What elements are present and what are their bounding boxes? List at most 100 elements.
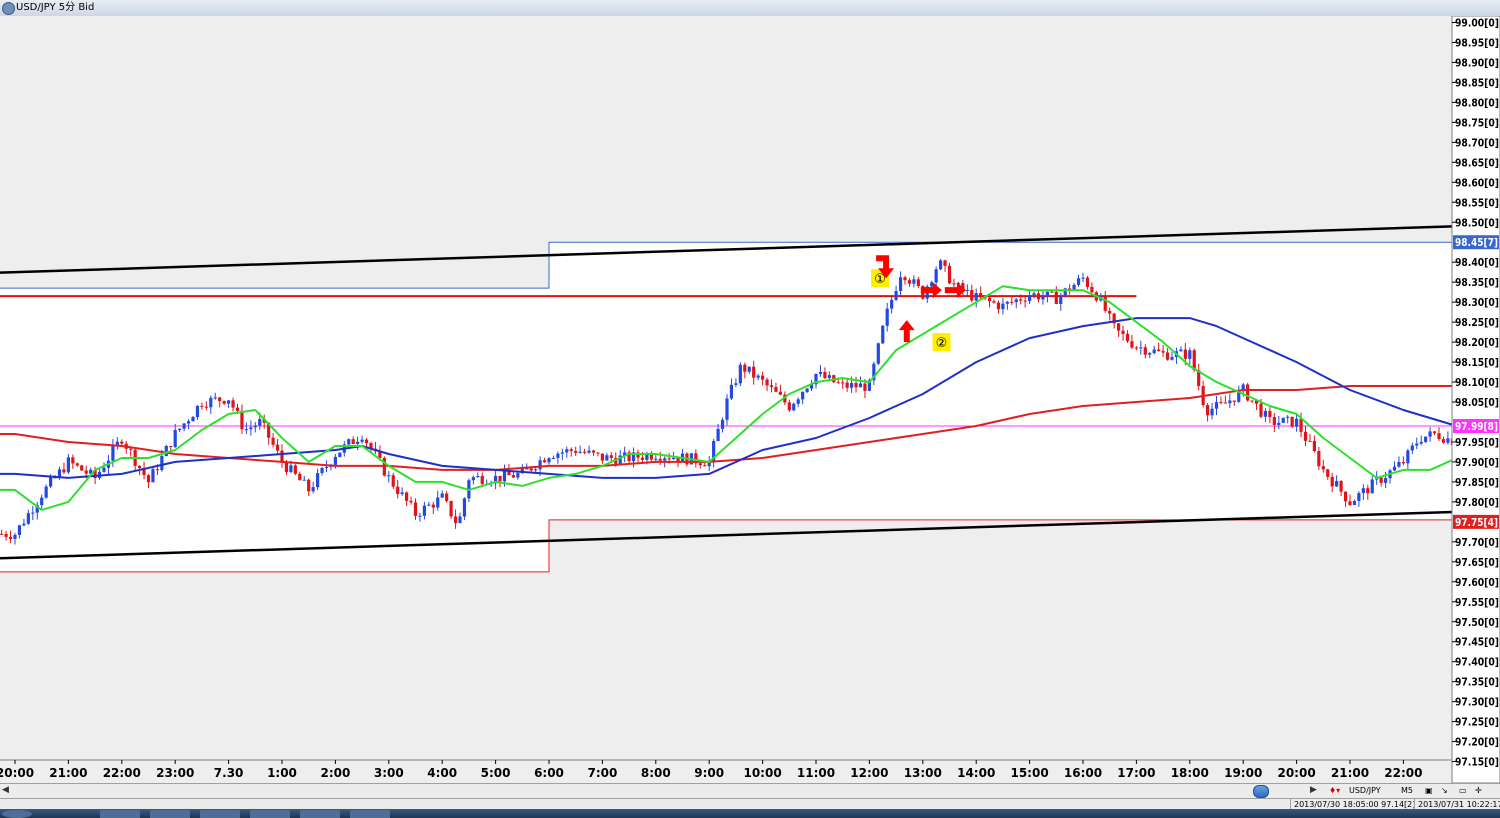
candle-down — [987, 297, 992, 302]
candle-up — [191, 417, 195, 422]
candle-up — [801, 391, 805, 400]
line-tool-icon[interactable]: ↘ — [1441, 784, 1448, 798]
crosshair-icon[interactable]: ✛ — [1475, 784, 1482, 798]
candle-down — [574, 451, 578, 453]
taskbar-app-4[interactable] — [250, 810, 290, 818]
candle-down — [1330, 476, 1334, 487]
print-icon[interactable]: ▣ — [1425, 784, 1433, 798]
candlestick-chart[interactable]: ①② 99.00[0]98.95[0]98.90[0]98.85[0]98.80… — [0, 16, 1500, 783]
candle-down — [4, 533, 8, 537]
candle-up — [1001, 303, 1005, 310]
price-tick-label: 98.70[0] — [1455, 136, 1499, 149]
candle-up — [805, 388, 809, 392]
candle-down — [222, 401, 226, 404]
candle-up — [720, 419, 725, 429]
candle-up — [22, 523, 26, 526]
candle-down — [1432, 431, 1437, 434]
window-tile-icon[interactable]: ▭ — [1459, 784, 1467, 798]
candle-down — [1343, 491, 1348, 502]
candle-up — [289, 465, 293, 472]
candle-up — [1352, 501, 1357, 505]
price-tick-label: 98.75[0] — [1455, 116, 1499, 129]
candle-up — [13, 534, 17, 539]
candle-up — [213, 397, 217, 399]
candle-down — [120, 441, 124, 444]
candle-down — [752, 366, 756, 378]
taskbar-app-3[interactable] — [200, 810, 240, 818]
candle-up — [173, 430, 177, 447]
candle-up — [881, 325, 885, 344]
candle-up — [1397, 462, 1401, 467]
taskbar-app-5[interactable] — [300, 810, 340, 818]
candle-down — [1312, 440, 1316, 452]
candle-down — [1366, 488, 1370, 494]
chart-window-icon — [2, 2, 15, 15]
candle-up — [1410, 445, 1414, 451]
price-tick-label: 98.65[0] — [1455, 156, 1499, 169]
candle-down — [1183, 349, 1187, 359]
candle-up — [1263, 410, 1268, 417]
candle-up — [324, 466, 329, 468]
candle-down — [1161, 351, 1165, 353]
price-tick-label: 97.55[0] — [1455, 596, 1499, 609]
candle-up — [858, 383, 863, 388]
candle-down — [1054, 291, 1058, 304]
time-tick-label: 21:00 — [1331, 766, 1369, 780]
taskbar-app-6[interactable] — [350, 810, 390, 818]
window-titlebar: USD/JPY 5分 Bid — [0, 0, 1500, 17]
candle-down — [1250, 400, 1254, 402]
candle-up — [1028, 295, 1032, 301]
candle-down — [218, 397, 222, 402]
candle-down — [916, 279, 920, 287]
symbol-selector[interactable]: USD/JPY — [1349, 784, 1381, 798]
candle-up — [440, 493, 444, 498]
candle-up — [436, 497, 440, 508]
chart-scrollbar[interactable]: ◀ ▶ — [0, 783, 1325, 798]
candle-up — [792, 403, 796, 411]
time-tick-label: 2:00 — [320, 766, 350, 780]
candle-up — [1446, 438, 1450, 443]
candle-down — [769, 385, 774, 388]
candle-up — [605, 455, 609, 461]
taskbar-app-2[interactable] — [150, 810, 190, 818]
candle-up — [244, 429, 248, 431]
candle-up — [565, 449, 569, 453]
candle-up — [316, 473, 320, 488]
candle-down — [1130, 341, 1134, 348]
candle-down — [1246, 384, 1250, 401]
cursor-tool-icon[interactable]: ♦▾ — [1329, 784, 1340, 798]
candle-up — [716, 428, 720, 442]
candle-up — [890, 299, 894, 309]
time-tick-label: 20:00 — [1277, 766, 1315, 780]
candle-down — [703, 465, 707, 467]
candle-up — [471, 477, 475, 481]
candle-up — [551, 457, 556, 459]
candle-up — [195, 405, 200, 418]
time-tick-label: 16:00 — [1064, 766, 1102, 780]
time-tick-label: 5:00 — [481, 766, 511, 780]
price-tick-label: 97.15[0] — [1455, 756, 1499, 769]
candle-down — [667, 458, 671, 460]
scroll-thumb[interactable] — [1253, 785, 1269, 798]
candle-up — [516, 473, 520, 478]
candle-down — [1321, 466, 1325, 470]
candle-down — [1157, 349, 1161, 352]
candle-up — [1152, 349, 1156, 354]
candle-down — [903, 277, 907, 281]
candle-up — [939, 260, 943, 270]
candle-down — [1085, 277, 1090, 287]
candle-down — [596, 452, 600, 454]
candle-down — [1348, 501, 1352, 505]
candle-down — [743, 364, 747, 372]
taskbar-app-1[interactable] — [100, 810, 140, 818]
candle-down — [1050, 291, 1054, 293]
candle-down — [71, 457, 75, 464]
candle-down — [996, 302, 1001, 310]
scroll-right-icon[interactable]: ▶ — [1310, 785, 1317, 795]
timeframe-selector[interactable]: M5 — [1401, 784, 1413, 798]
candle-up — [178, 428, 182, 431]
scroll-left-icon[interactable]: ◀ — [2, 785, 9, 795]
candle-down — [1317, 451, 1321, 467]
start-button-icon[interactable] — [2, 810, 32, 818]
candle-down — [1290, 416, 1294, 427]
